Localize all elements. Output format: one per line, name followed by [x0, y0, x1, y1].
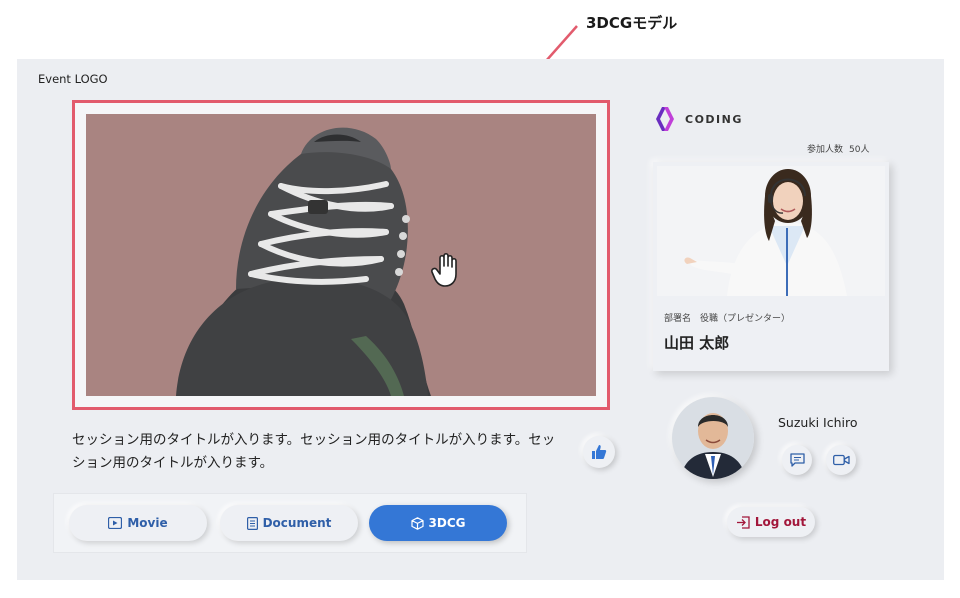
participants-label: 参加人数	[807, 145, 844, 155]
participants-value: 50人	[849, 145, 870, 155]
tab-3dcg[interactable]: 3DCG	[369, 505, 507, 541]
speaker-photo	[672, 397, 754, 479]
chat-icon	[789, 453, 805, 467]
tab-document-label: Document	[262, 516, 332, 530]
speaker-avatar	[672, 397, 754, 479]
tab-movie-label: Movie	[127, 516, 168, 530]
session-title: セッション用のタイトルが入ります。セッション用のタイトルが入ります。セッション用…	[72, 432, 556, 471]
participants-count: 参加人数 50人	[807, 142, 869, 155]
3dcg-model-viewer[interactable]	[86, 114, 596, 396]
brand-name: CODING	[685, 112, 743, 126]
chat-button[interactable]	[782, 445, 812, 475]
cube-icon	[410, 516, 424, 530]
presenter-photo	[657, 166, 885, 296]
event-logo: Event LOGO	[38, 72, 108, 86]
tab-movie[interactable]: Movie	[69, 505, 207, 541]
presenter-card: 部署名 役職（プレゼンター） 山田 太郎	[653, 162, 889, 371]
logout-icon	[736, 515, 750, 529]
coding-logo-icon	[656, 107, 674, 131]
document-icon	[246, 516, 258, 530]
presenter-name: 山田 太郎	[664, 334, 730, 352]
tab-3dcg-label: 3DCG	[428, 516, 466, 530]
presenter-image	[657, 166, 885, 296]
play-icon	[108, 517, 123, 529]
logout-button[interactable]: Log out	[727, 507, 815, 537]
presenter-role: 部署名 役職（プレゼンター）	[664, 314, 791, 324]
video-camera-icon	[832, 454, 850, 466]
model-viewer-frame	[72, 100, 610, 410]
main-panel: Event LOGO セッション用のタイトルが入ります。セッション用のタイトルが…	[17, 59, 944, 580]
brand-logo: CODING	[654, 106, 743, 132]
logout-label: Log out	[754, 515, 807, 529]
hand-pointer-icon	[431, 252, 457, 287]
thumbs-up-icon	[592, 445, 607, 459]
content-tab-bar: Movie Document 3DCG	[53, 493, 527, 553]
video-button[interactable]	[826, 445, 856, 475]
tab-document[interactable]: Document	[220, 505, 358, 541]
like-button[interactable]	[583, 436, 615, 468]
speaker-name: Suzuki Ichiro	[778, 415, 858, 430]
shoe-model[interactable]	[86, 114, 596, 396]
